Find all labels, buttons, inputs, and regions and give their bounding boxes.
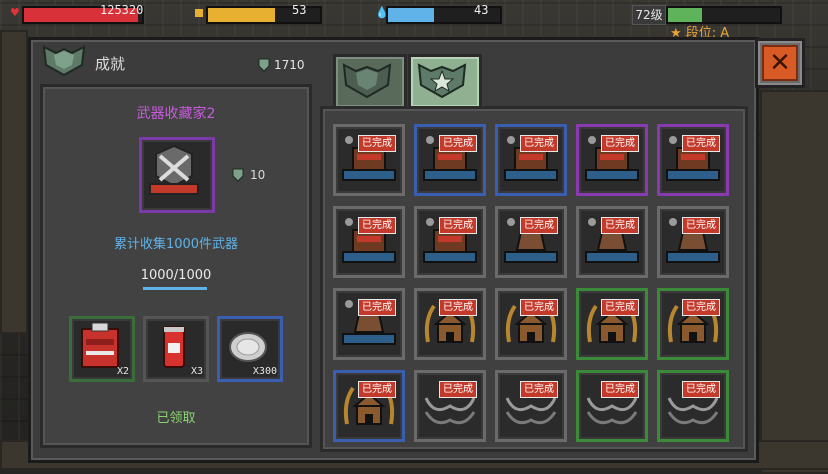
reward-qty: X300 xyxy=(252,366,277,377)
achievement-cell[interactable]: 已完成 xyxy=(576,370,648,442)
achievement-icon xyxy=(139,137,215,213)
achievement-cell[interactable]: 已完成 xyxy=(414,206,486,278)
achievement-title: 武器收藏家2 xyxy=(136,106,216,122)
completed-badge: 已完成 xyxy=(358,217,396,234)
tab-achievements[interactable] xyxy=(333,54,407,110)
heart-icon: ♥ xyxy=(10,6,20,19)
completed-badge: 已完成 xyxy=(601,217,639,234)
achievement-points: 1710 xyxy=(258,58,305,72)
background-building-right xyxy=(760,90,828,474)
reward-points: 10 xyxy=(232,168,265,182)
energy-value: 53 xyxy=(292,3,307,17)
reward-item-backpack[interactable]: X2 xyxy=(69,316,135,382)
background-building-left xyxy=(0,30,28,334)
achievement-points-value: 1710 xyxy=(274,58,305,72)
window-title: 成就 xyxy=(95,55,126,73)
shield-point-icon xyxy=(258,58,270,72)
achievement-cell[interactable]: 已完成 xyxy=(495,370,567,442)
completed-badge: 已完成 xyxy=(358,135,396,152)
reward-item-coin[interactable]: X300 xyxy=(217,316,283,382)
completed-badge: 已完成 xyxy=(520,217,558,234)
tab-star-achievements[interactable] xyxy=(408,54,482,110)
completed-badge: 已完成 xyxy=(601,381,639,398)
achievement-cell[interactable]: 已完成 xyxy=(414,288,486,360)
achievement-cell[interactable]: 已完成 xyxy=(333,124,405,196)
achievement-cell[interactable]: 已完成 xyxy=(495,288,567,360)
completed-badge: 已完成 xyxy=(439,217,477,234)
completed-badge: 已完成 xyxy=(520,299,558,316)
shield-point-icon xyxy=(232,168,244,182)
energy-bar-fill xyxy=(208,8,276,22)
achievement-cell[interactable]: 已完成 xyxy=(657,370,729,442)
completed-badge: 已完成 xyxy=(682,381,720,398)
achievement-cell[interactable]: 已完成 xyxy=(657,206,729,278)
achievement-cell[interactable]: 已完成 xyxy=(495,124,567,196)
reward-qty: X2 xyxy=(116,366,129,377)
level-badge: 72级 xyxy=(632,5,666,25)
mana-value: 43 xyxy=(474,3,489,17)
completed-badge: 已完成 xyxy=(682,135,720,152)
crossed-swords-icon xyxy=(149,144,199,195)
completed-badge: 已完成 xyxy=(520,135,558,152)
achievement-cell[interactable]: 已完成 xyxy=(576,288,648,360)
completed-badge: 已完成 xyxy=(682,299,720,316)
completed-badge: 已完成 xyxy=(601,135,639,152)
health-value: 125320 xyxy=(100,3,144,17)
completed-badge: 已完成 xyxy=(601,299,639,316)
achievement-progress: 1000/1000 xyxy=(140,268,212,283)
xp-bar-fill xyxy=(668,8,702,22)
achievement-cell[interactable]: 已完成 xyxy=(657,124,729,196)
completed-badge: 已完成 xyxy=(682,217,720,234)
completed-badge: 已完成 xyxy=(439,381,477,398)
completed-badge: 已完成 xyxy=(358,381,396,398)
achievement-description: 累计收集1000件武器 xyxy=(113,237,239,252)
achievement-cell[interactable]: 已完成 xyxy=(495,206,567,278)
reward-points-value: 10 xyxy=(250,168,266,182)
achievement-cell[interactable]: 已完成 xyxy=(576,124,648,196)
achievement-cell[interactable]: 已完成 xyxy=(414,370,486,442)
completed-badge: 已完成 xyxy=(439,299,477,316)
achievement-cell[interactable]: 已完成 xyxy=(414,124,486,196)
achievement-cell[interactable]: 已完成 xyxy=(576,206,648,278)
reward-qty: X3 xyxy=(190,366,203,377)
completed-badge: 已完成 xyxy=(439,135,477,152)
star-shield-icon xyxy=(417,63,467,99)
shield-emblem-icon xyxy=(342,63,392,99)
progress-underline xyxy=(143,287,207,290)
reward-item-cola[interactable]: X3 xyxy=(143,316,209,382)
mana-drop-icon: 💧 xyxy=(375,6,389,19)
achievement-cell[interactable]: 已完成 xyxy=(333,206,405,278)
claim-status: 已领取 xyxy=(156,411,196,426)
achievement-cell[interactable]: 已完成 xyxy=(333,370,405,442)
mana-bar-fill xyxy=(388,8,434,22)
energy-icon xyxy=(195,9,203,17)
completed-badge: 已完成 xyxy=(520,381,558,398)
achievement-cell[interactable]: 已完成 xyxy=(333,288,405,360)
close-icon: ✕ xyxy=(762,45,798,81)
completed-badge: 已完成 xyxy=(358,299,396,316)
close-button[interactable]: ✕ xyxy=(755,38,805,88)
achievement-cell[interactable]: 已完成 xyxy=(657,288,729,360)
shield-emblem-icon xyxy=(42,45,86,77)
